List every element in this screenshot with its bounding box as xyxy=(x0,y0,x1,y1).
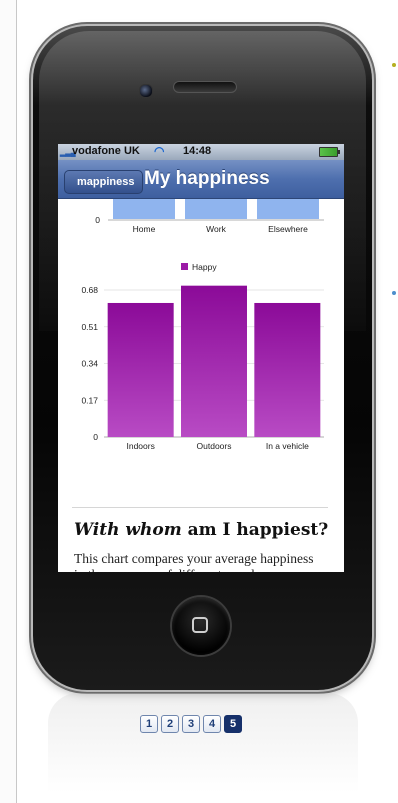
status-time: 14:48 xyxy=(183,145,212,157)
x-category-label: Outdoors xyxy=(197,441,232,451)
top-chart-bar-home xyxy=(113,199,175,219)
x-category-label: In a vehicle xyxy=(266,441,309,451)
iphone-frame: ▂▃▄ vodafone UK ◠ 14:48 mappiness My hap… xyxy=(33,26,372,690)
y-tick-label: 0.51 xyxy=(81,322,98,332)
legend-label: Happy xyxy=(192,262,217,272)
front-camera-icon xyxy=(139,84,153,98)
top-chart-bar-elsewhere xyxy=(257,199,319,219)
bullet-marker xyxy=(392,63,396,67)
wifi-icon: ◠ xyxy=(154,144,165,158)
bar-indoors xyxy=(107,302,174,437)
page-button-3[interactable]: 3 xyxy=(182,715,200,733)
top-chart-bar-work xyxy=(185,199,247,219)
section-heading: With whom am I happiest? xyxy=(74,520,334,540)
back-button[interactable]: mappiness xyxy=(64,170,144,194)
y-tick-label: 0 xyxy=(93,432,98,442)
bar-outdoors xyxy=(181,285,247,437)
pagination: 12345 xyxy=(140,715,242,733)
page-button-5[interactable]: 5 xyxy=(224,715,242,733)
carrier-name: vodafone UK xyxy=(72,145,140,157)
navigation-bar: mappiness My happiness xyxy=(58,160,344,199)
phone-screen: ▂▃▄ vodafone UK ◠ 14:48 mappiness My hap… xyxy=(58,144,344,572)
y-tick-label: 0.17 xyxy=(81,395,98,405)
earpiece-speaker xyxy=(173,81,237,93)
legend-swatch xyxy=(181,263,188,270)
page-button-1[interactable]: 1 xyxy=(140,715,158,733)
x-category-label: Indoors xyxy=(126,441,154,451)
y-tick-label: 0.68 xyxy=(81,285,98,295)
top-chart-category-label: Home xyxy=(133,224,156,234)
heading-rest: am I happiest? xyxy=(181,520,329,540)
y-tick-label: 0.34 xyxy=(81,359,98,369)
heading-italic: With whom xyxy=(74,520,182,540)
home-button[interactable] xyxy=(172,597,230,655)
battery-icon xyxy=(319,147,340,157)
top-chart-category-label: Work xyxy=(206,224,226,234)
scroll-content[interactable]: 0 Home Work Elsewhere Happy 0.68 0.51 0.34 0.17 0… xyxy=(58,199,344,572)
page-title: My happiness xyxy=(144,168,270,189)
section-description: This chart compares your average happine… xyxy=(74,551,314,572)
top-chart-tick-label: 0 xyxy=(95,215,100,225)
bar-in-a-vehicle xyxy=(254,302,321,437)
page-button-4[interactable]: 4 xyxy=(203,715,221,733)
top-chart-category-label: Elsewhere xyxy=(268,224,308,234)
status-bar: ▂▃▄ vodafone UK ◠ 14:48 xyxy=(58,144,344,160)
home-square-icon xyxy=(192,617,208,633)
section-divider xyxy=(72,507,328,508)
happiness-charts: 0 Home Work Elsewhere Happy 0.68 0.51 0.34 0.17 0… xyxy=(81,199,324,451)
bullet-marker xyxy=(392,291,396,295)
phone-reflection xyxy=(48,693,358,793)
page-button-2[interactable]: 2 xyxy=(161,715,179,733)
page-left-border xyxy=(0,0,17,803)
